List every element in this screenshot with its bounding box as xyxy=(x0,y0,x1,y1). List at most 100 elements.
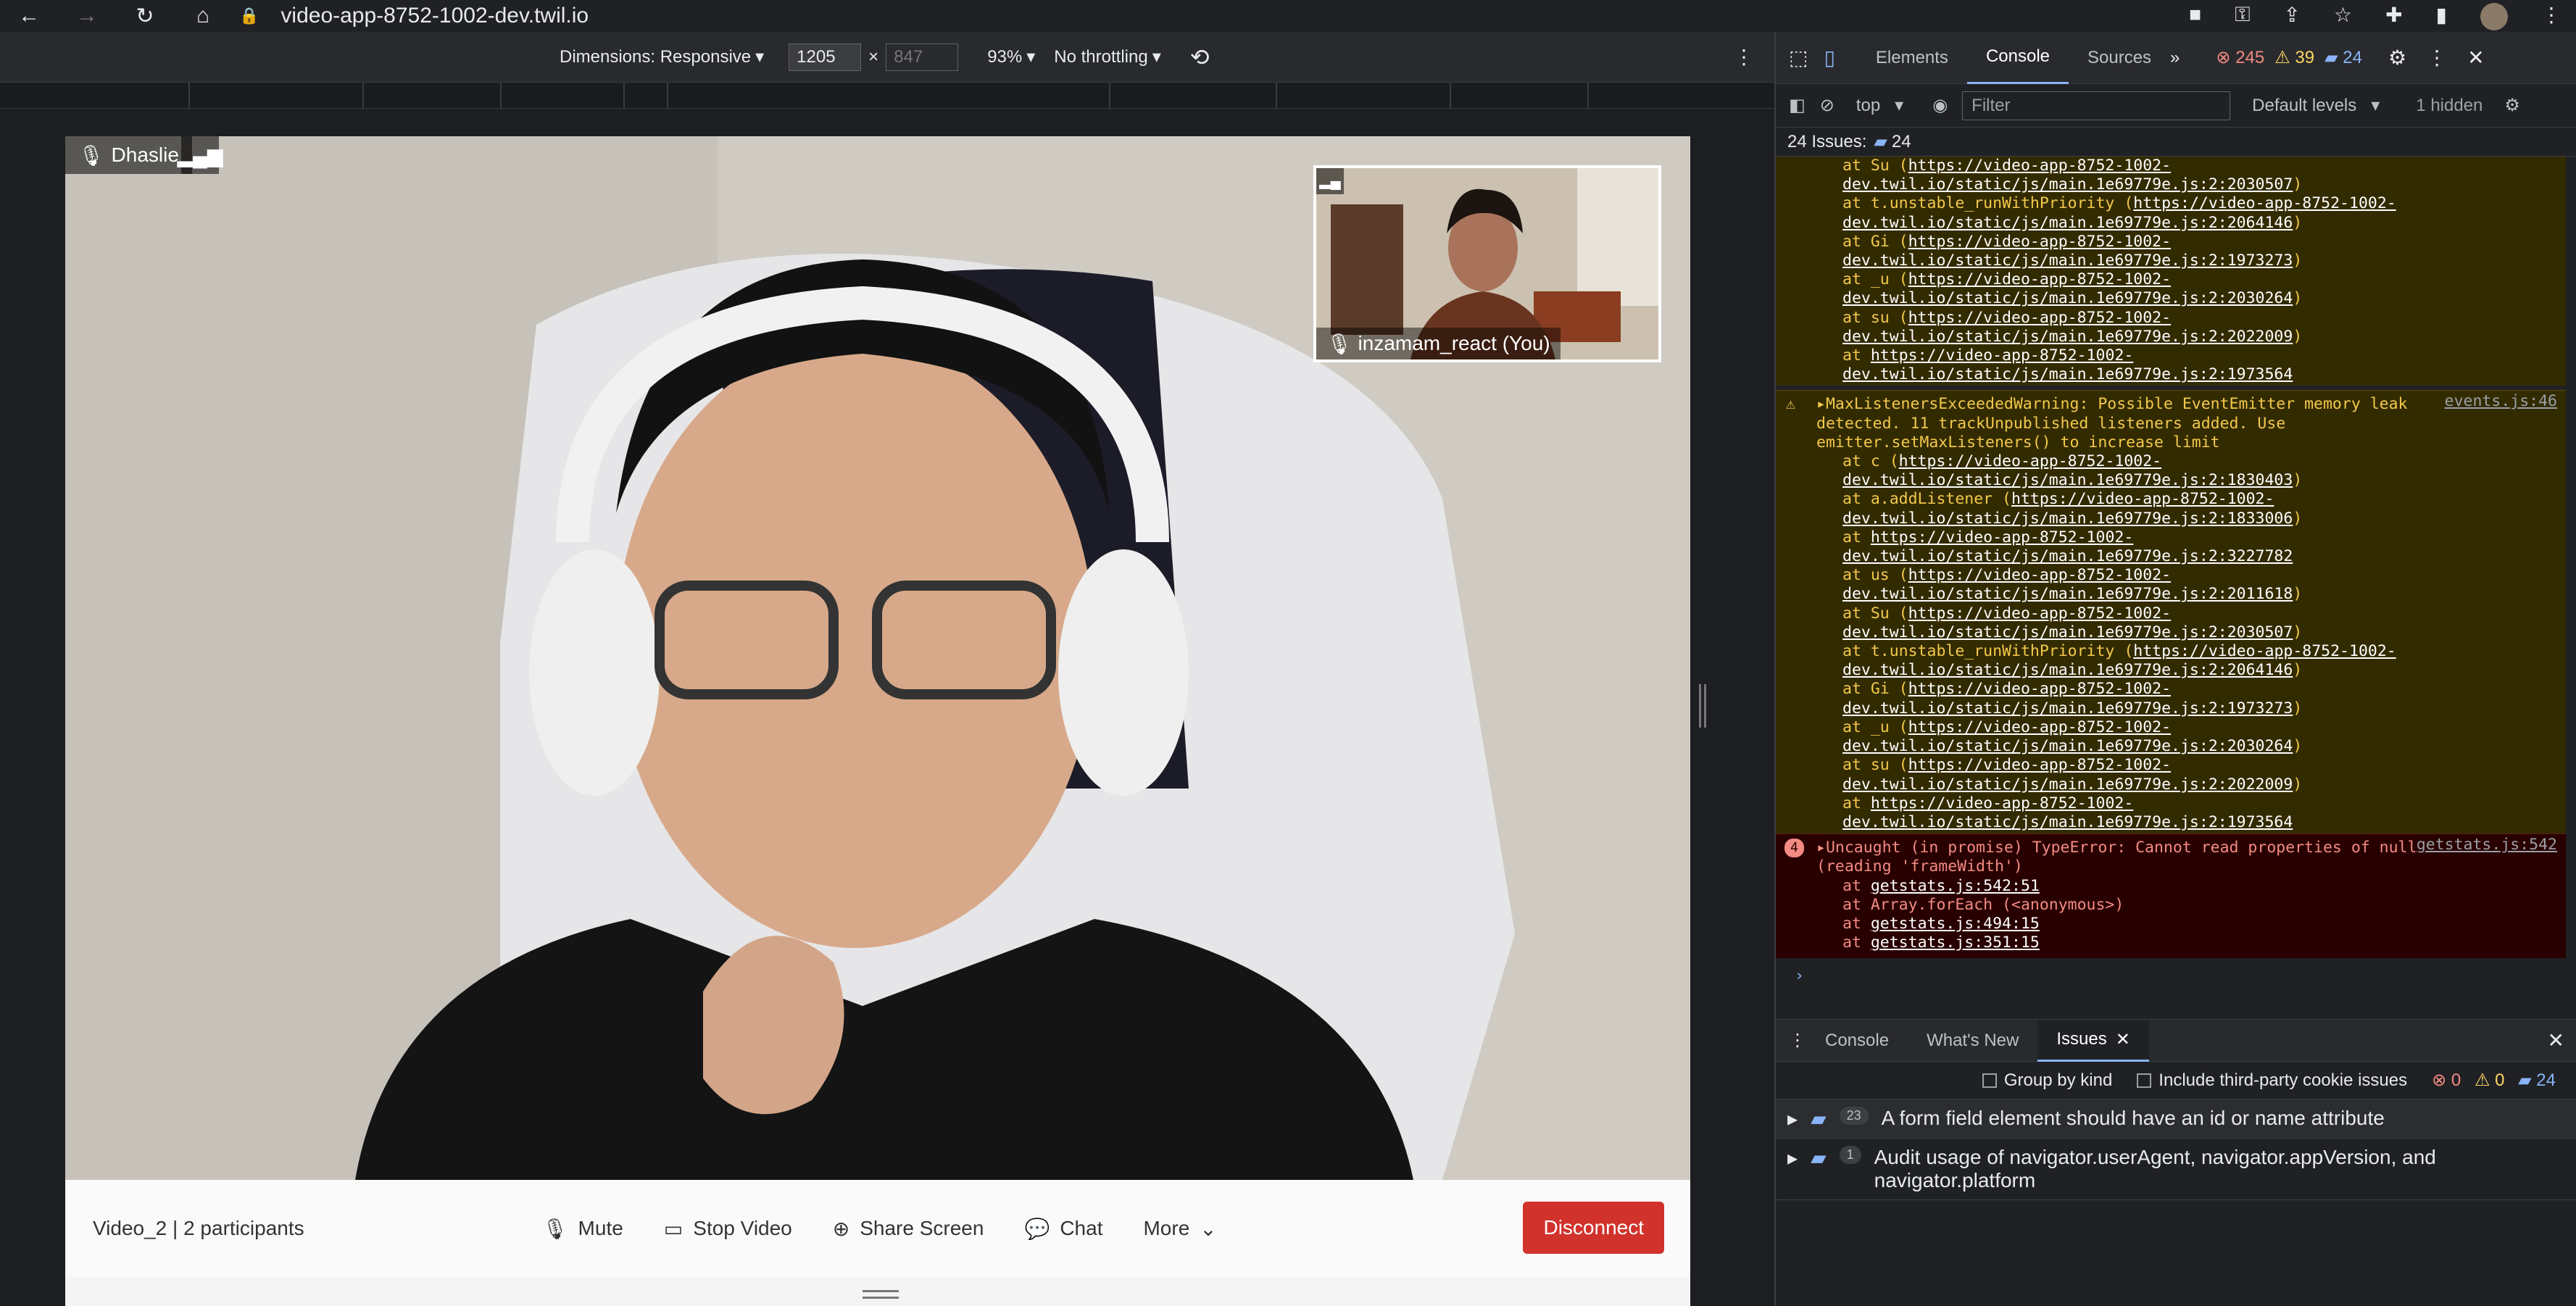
close-drawer-icon[interactable]: ✕ xyxy=(2548,1028,2564,1052)
times-icon: × xyxy=(868,46,879,67)
home-icon[interactable]: ⌂ xyxy=(174,4,232,28)
levels-select[interactable]: Default levels xyxy=(2252,96,2356,116)
disconnect-button[interactable]: Disconnect xyxy=(1523,1202,1664,1254)
more-options-icon[interactable]: ⋮ xyxy=(2427,46,2447,70)
reload-icon[interactable]: ↻ xyxy=(116,4,174,29)
local-participant-name: inzamam_react (You) xyxy=(1358,332,1550,354)
rotate-icon[interactable]: ⟲ xyxy=(1190,43,1210,71)
issue-count: 23 xyxy=(1839,1107,1869,1125)
stack-frame-function: at t.unstable_runWithPriority ( xyxy=(1842,642,2134,661)
more-options-icon[interactable]: ⋮ xyxy=(1734,45,1754,69)
forward-icon[interactable]: → xyxy=(58,4,116,28)
stack-frame: at https://video-app-8752-1002-dev.twil.… xyxy=(1816,528,2559,566)
stack-frame-function: at c ( xyxy=(1842,452,1899,471)
dimensions-select[interactable]: Dimensions: Responsive xyxy=(560,47,751,67)
issue-item[interactable]: ▸ ▰ 23 A form field element should have … xyxy=(1776,1099,2576,1139)
chat-icon: 💬 xyxy=(1024,1217,1050,1240)
share-screen-button[interactable]: ⊕ Share Screen xyxy=(833,1217,984,1241)
error-count[interactable]: ⊗ 245 xyxy=(2216,47,2264,68)
more-tabs-icon[interactable]: » xyxy=(2170,48,2180,68)
issue-icon: ▰ xyxy=(1811,1147,1827,1169)
address-bar[interactable]: video-app-8752-1002-dev.twil.io xyxy=(281,4,589,28)
filter-input[interactable]: Filter xyxy=(1962,91,2231,120)
stack-frame-link[interactable]: getstats.js:351:15 xyxy=(1871,933,2040,952)
close-icon[interactable]: ✕ xyxy=(2467,46,2484,70)
stack-frame-link[interactable]: https://video-app-8752-1002-dev.twil.io/… xyxy=(1842,680,2293,717)
issue-item[interactable]: ▸ ▰ 1 Audit usage of navigator.userAgent… xyxy=(1776,1139,2576,1200)
console-error[interactable]: 4 getstats.js:542 ▸Uncaught (in promise)… xyxy=(1776,833,2566,959)
star-icon[interactable]: ☆ xyxy=(2334,3,2352,30)
expand-icon[interactable]: ▸ xyxy=(1816,839,1826,857)
expand-icon: ▸ xyxy=(1787,1107,1798,1130)
stack-frame-link[interactable]: https://video-app-8752-1002-dev.twil.io/… xyxy=(1842,452,2293,489)
stop-video-button[interactable]: ▭ Stop Video xyxy=(664,1217,792,1241)
stack-frame-link[interactable]: https://video-app-8752-1002-dev.twil.io/… xyxy=(1842,270,2293,307)
drawer-tab-issues[interactable]: Issues ✕ xyxy=(2037,1019,2149,1062)
menu-icon[interactable]: ⋮ xyxy=(2541,3,2562,30)
group-by-kind-checkbox[interactable]: Group by kind xyxy=(1982,1070,2112,1091)
source-link[interactable]: getstats.js:542 xyxy=(2417,836,2557,854)
devtools-drawer: ⋮ Console What's New Issues ✕ ✕ Group by … xyxy=(1776,1019,2576,1306)
tab-console[interactable]: Console xyxy=(1966,32,2069,84)
third-party-label: Include third-party cookie issues xyxy=(2159,1070,2408,1090)
tab-elements[interactable]: Elements xyxy=(1857,32,1967,84)
throttle-select[interactable]: No throttling xyxy=(1054,47,1147,67)
info-count[interactable]: ▰ 24 xyxy=(2324,47,2362,68)
back-icon[interactable]: ← xyxy=(0,4,58,28)
stack-frame-link[interactable]: https://video-app-8752-1002-dev.twil.io/… xyxy=(1842,346,2293,383)
close-icon[interactable]: ✕ xyxy=(2116,1029,2130,1050)
mute-button[interactable]: 🎙 Mute xyxy=(542,1217,623,1241)
chat-button[interactable]: 💬 Chat xyxy=(1024,1217,1102,1241)
stack-frame-link[interactable]: https://video-app-8752-1002-dev.twil.io/… xyxy=(1842,718,2293,755)
console-warning[interactable]: ⚠ events.js:46 ▸MaxListenersExceededWarn… xyxy=(1776,390,2566,834)
gear-icon[interactable]: ⚙ xyxy=(2388,46,2406,70)
browser-bar: ← → ↻ ⌂ 🔒 video-app-8752-1002-dev.twil.i… xyxy=(0,0,2576,32)
avatar[interactable] xyxy=(2480,3,2508,30)
more-button[interactable]: More ⌄ xyxy=(1143,1217,1216,1241)
extensions-icon[interactable]: ✚ xyxy=(2385,3,2402,30)
eye-icon[interactable]: ◉ xyxy=(1932,95,1948,116)
stack-frame-link[interactable]: https://video-app-8752-1002-dev.twil.io/… xyxy=(1842,157,2293,194)
warning-count[interactable]: ⚠ 39 xyxy=(2274,47,2314,68)
more-options-icon[interactable]: ⋮ xyxy=(1789,1030,1806,1051)
drawer-tab-console[interactable]: Console xyxy=(1806,1020,1908,1062)
stack-frame-function: at su ( xyxy=(1842,756,1908,775)
camera-icon[interactable]: ■ xyxy=(2189,3,2201,30)
stack-frame-link[interactable]: getstats.js:542:51 xyxy=(1871,877,2040,895)
height-input[interactable]: 847 xyxy=(886,43,959,71)
stack-frame-link[interactable]: getstats.js:494:15 xyxy=(1871,915,2040,933)
stack-frame-link[interactable]: https://video-app-8752-1002-dev.twil.io/… xyxy=(1842,794,2293,831)
source-link[interactable]: events.js:46 xyxy=(2445,392,2557,411)
info-count: ▰ 24 xyxy=(2518,1070,2556,1090)
width-input[interactable]: 1205 xyxy=(789,43,862,71)
device-toggle-icon[interactable]: ▯ xyxy=(1824,46,1835,70)
sidebar-toggle-icon[interactable]: ◧ xyxy=(1789,95,1806,116)
stack-frame-link[interactable]: https://video-app-8752-1002-dev.twil.io/… xyxy=(1842,309,2293,346)
console-prompt[interactable]: › xyxy=(1776,958,2566,994)
clear-console-icon[interactable]: ⊘ xyxy=(1820,95,1835,116)
inspect-icon[interactable]: ⬚ xyxy=(1789,46,1808,70)
stack-frame-link[interactable]: https://video-app-8752-1002-dev.twil.io/… xyxy=(1842,756,2293,793)
share-icon[interactable]: ⇪ xyxy=(2284,3,2301,30)
expand-icon[interactable]: ▸ xyxy=(1816,395,1826,413)
gear-icon[interactable]: ⚙ xyxy=(2504,95,2520,116)
stack-frame-function: at _u ( xyxy=(1842,270,1908,289)
stack-frame-link[interactable]: https://video-app-8752-1002-dev.twil.io/… xyxy=(1842,604,2293,641)
key-icon[interactable]: ⚿ xyxy=(2235,3,2250,30)
resize-handle-bottom[interactable] xyxy=(863,1290,899,1299)
drawer-tab-whats-new[interactable]: What's New xyxy=(1908,1020,2037,1062)
expand-icon: ▸ xyxy=(1787,1147,1798,1169)
stack-frame-link[interactable]: https://video-app-8752-1002-dev.twil.io/… xyxy=(1842,566,2293,603)
context-select[interactable]: top xyxy=(1856,96,1880,116)
third-party-checkbox[interactable]: Include third-party cookie issues xyxy=(2137,1070,2407,1091)
sidebar-icon[interactable]: ▮ xyxy=(2436,3,2447,30)
group-by-kind-label: Group by kind xyxy=(2003,1070,2113,1090)
stack-trace: at Su (https://video-app-8752-1002-dev.t… xyxy=(1816,157,2559,384)
stack-frame-link[interactable]: https://video-app-8752-1002-dev.twil.io/… xyxy=(1842,528,2293,565)
issues-bar[interactable]: 24 Issues: ▰ 24 xyxy=(1776,128,2576,157)
zoom-select[interactable]: 93% xyxy=(987,47,1022,67)
resize-handle[interactable] xyxy=(1699,684,1706,728)
drawer-tabs: ⋮ Console What's New Issues ✕ ✕ xyxy=(1776,1019,2576,1062)
stack-frame-link[interactable]: https://video-app-8752-1002-dev.twil.io/… xyxy=(1842,233,2293,270)
tab-sources[interactable]: Sources xyxy=(2069,32,2170,84)
